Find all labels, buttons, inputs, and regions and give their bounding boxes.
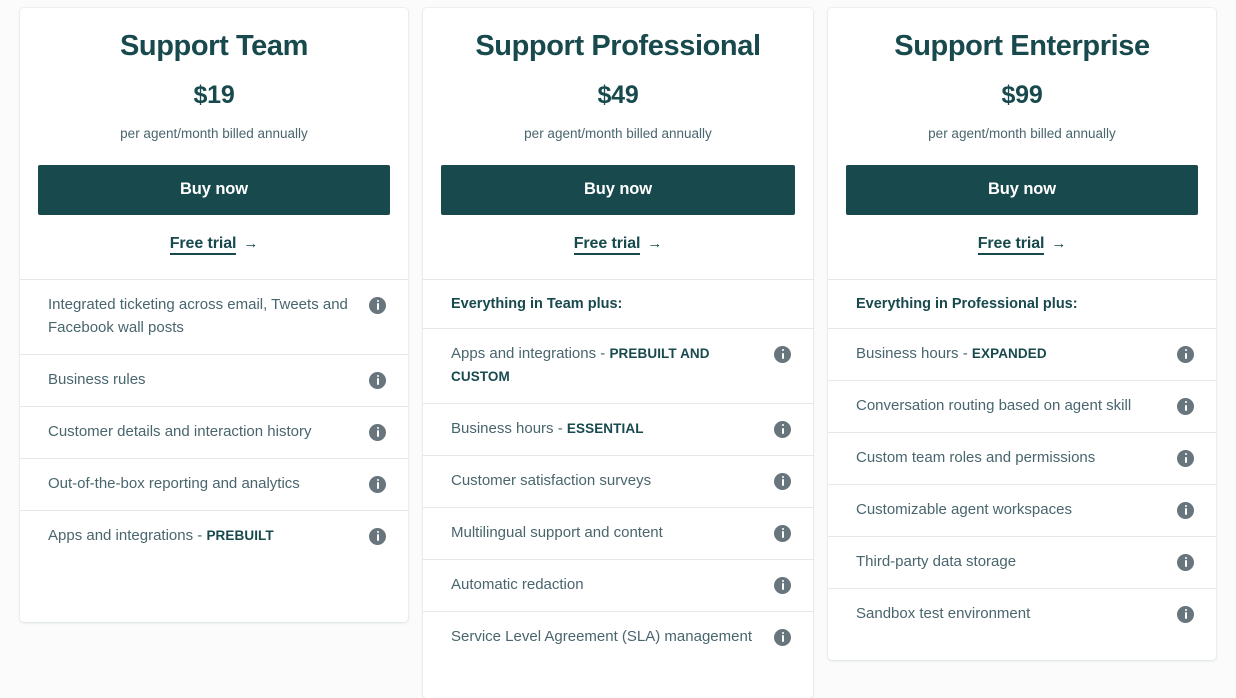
buy-now-button[interactable]: Buy now [846,164,1198,215]
plan-header: Support Enterprise $99 per agent/month bil… [828,8,1216,279]
info-icon[interactable] [774,420,791,438]
feature-label: Everything in Professional plus: [856,295,1078,312]
feature-label: Apps and integrations - PREBUILT [48,526,274,544]
info-icon[interactable] [369,296,386,314]
feature-list: Everything in Professional plus: Business… [828,278,1216,640]
feature-group-header: Everything in Team plus: [423,280,813,330]
feature-row: Service Level Agreement (SLA) management [423,612,813,663]
feature-label: Apps and integrations - PREBUILT AND CUS… [451,345,710,384]
info-icon[interactable] [1177,346,1194,364]
free-trial-label: Free trial [977,234,1044,255]
free-trial-link[interactable]: Free trial → [977,234,1067,255]
feature-tier-emphasis: PREBUILT AND CUSTOM [451,346,710,384]
feature-label: Custom team roles and permissions [856,448,1096,466]
plan-card: Support Professional $49 per agent/month b… [423,8,813,698]
feature-row: Multilingual support and content [423,508,813,560]
feature-list: Integrated ticketing across email, Tweet… [20,278,408,562]
feature-label: Out-of-the-box reporting and analytics [48,474,300,492]
feature-row: Apps and integrations - PREBUILT [20,511,408,562]
feature-label: Business rules [48,370,146,388]
plan-billing-note: per agent/month billed annually [928,126,1116,142]
feature-label: Automatic redaction [451,575,584,593]
plan-header: Support Team $19 per agent/month billed an… [20,8,408,279]
feature-label: Sandbox test environment [856,604,1031,622]
feature-row: Apps and integrations - PREBUILT AND CUS… [423,329,813,404]
feature-tier-emphasis: ESSENTIAL [566,420,644,436]
free-trial-link[interactable]: Free trial → [169,234,259,255]
info-icon[interactable] [1177,501,1194,519]
plan-name: Support Enterprise [894,30,1150,62]
feature-row: Custom team roles and permissions [828,433,1216,485]
free-trial-label: Free trial [169,234,236,255]
feature-group-header: Everything in Professional plus: [828,280,1216,330]
info-icon[interactable] [1177,553,1194,571]
arrow-right-icon: → [647,234,663,252]
feature-label: Integrated ticketing across email, Tweet… [48,295,348,336]
free-trial-label: Free trial [573,234,640,255]
feature-row: Integrated ticketing across email, Tweet… [20,280,408,355]
info-icon[interactable] [369,423,386,441]
plan-header: Support Professional $49 per agent/month b… [423,8,813,279]
feature-label: Service Level Agreement (SLA) management [451,627,752,645]
plan-card: Support Enterprise $99 per agent/month bil… [828,8,1216,660]
info-icon[interactable] [369,475,386,493]
feature-label: Customer details and interaction history [48,422,312,440]
info-icon[interactable] [1177,449,1194,467]
plan-price: $99 [1001,81,1043,110]
arrow-right-icon: → [243,234,259,252]
plan-price: $49 [597,81,639,110]
feature-row: Customer satisfaction surveys [423,456,813,508]
info-icon[interactable] [1177,398,1194,415]
feature-list: Everything in Team plus: Apps and integra… [423,278,813,663]
plan-name: Support Professional [475,30,761,62]
buy-now-button[interactable]: Buy now [38,164,390,215]
plan-billing-note: per agent/month billed annually [120,126,308,142]
feature-label: Conversation routing based on agent skil… [856,397,1132,414]
feature-row: Automatic redaction [423,560,813,612]
feature-label: Multilingual support and content [451,523,663,541]
free-trial-link[interactable]: Free trial → [573,234,663,255]
feature-label: Customer satisfaction surveys [451,471,652,489]
feature-label: Third-party data storage [856,552,1017,570]
feature-row: Conversation routing based on agent skil… [828,381,1216,433]
info-icon[interactable] [1177,605,1194,623]
info-icon[interactable] [774,472,791,490]
feature-label: Customizable agent workspaces [856,500,1072,518]
feature-row: Business hours - EXPANDED [828,329,1216,381]
feature-label: Business hours - ESSENTIAL [451,419,644,437]
feature-label: Business hours - EXPANDED [856,345,1047,363]
info-icon[interactable] [774,346,791,364]
buy-now-button[interactable]: Buy now [441,164,795,215]
feature-tier-emphasis: PREBUILT [206,527,274,543]
feature-tier-emphasis: EXPANDED [971,346,1047,362]
feature-label: Everything in Team plus: [451,295,623,312]
arrow-right-icon: → [1051,234,1067,252]
feature-row: Sandbox test environment [828,589,1216,640]
feature-row: Business rules [20,355,408,407]
info-icon[interactable] [774,524,791,542]
feature-row: Third-party data storage [828,537,1216,589]
plan-name: Support Team [119,30,308,62]
plan-billing-note: per agent/month billed annually [524,126,712,142]
plan-price: $19 [193,81,235,110]
info-icon[interactable] [774,576,791,594]
info-icon[interactable] [369,371,386,389]
feature-row: Business hours - ESSENTIAL [423,404,813,456]
plan-card: Support Team $19 per agent/month billed an… [20,8,408,622]
info-icon[interactable] [369,527,386,545]
pricing-plans-container: Support Team $19 per agent/month billed an… [0,0,1236,698]
feature-row: Customer details and interaction history [20,407,408,459]
feature-row: Customizable agent workspaces [828,485,1216,537]
feature-row: Out-of-the-box reporting and analytics [20,459,408,511]
info-icon[interactable] [774,628,791,646]
